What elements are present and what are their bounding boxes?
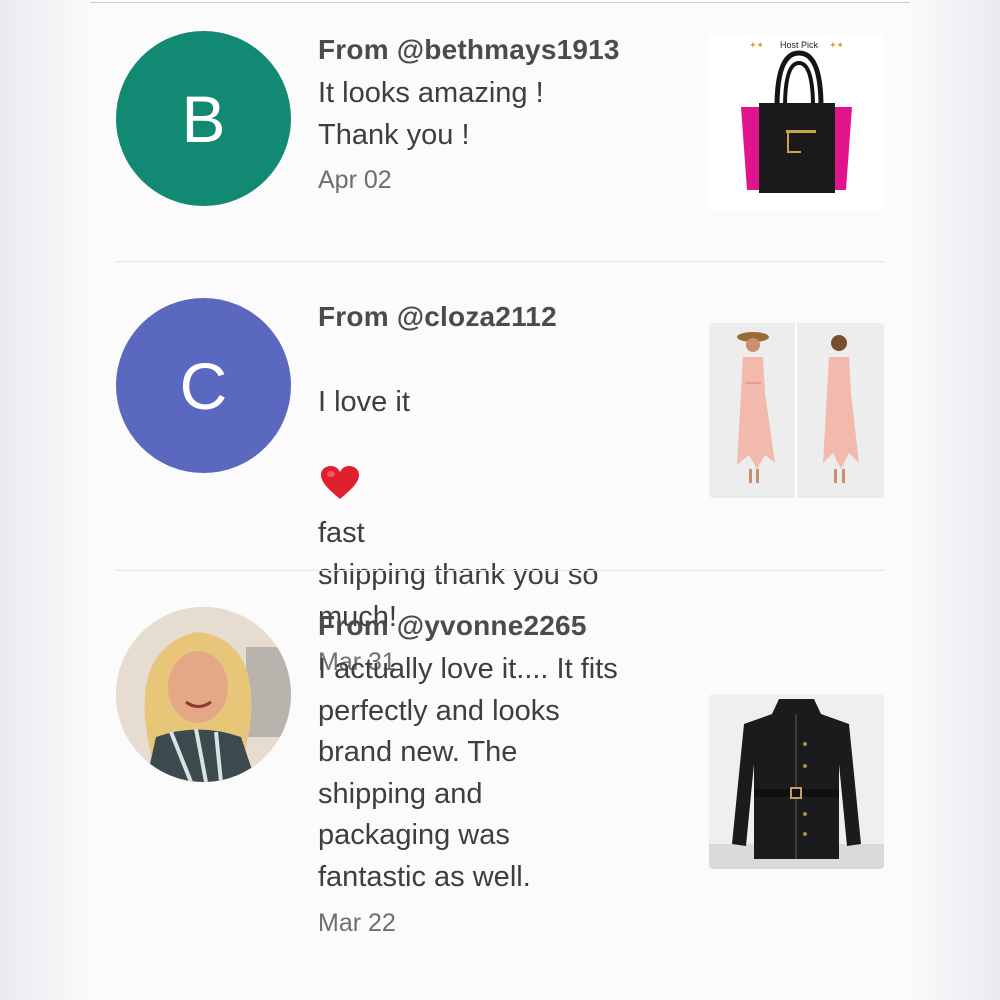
heart-emoji-icon: [320, 423, 360, 513]
divider: [116, 261, 884, 262]
review-date: Apr 02: [318, 166, 392, 195]
product-thumbnail[interactable]: Host Pick ✦✦ ✦✦: [709, 35, 884, 210]
reviewer-username[interactable]: From @bethmays1913: [318, 33, 698, 67]
tote-bag-image: Host Pick ✦✦ ✦✦: [709, 35, 884, 210]
product-thumbnail[interactable]: [709, 323, 884, 498]
host-pick-label: Host Pick: [780, 40, 819, 50]
review-message: I love it fast shipping thank you so muc…: [318, 340, 698, 638]
profile-photo: [116, 607, 291, 782]
review-text: From @yvonne2265 I actually love it.... …: [318, 609, 698, 938]
avatar[interactable]: [116, 607, 291, 782]
product-thumbnail[interactable]: [709, 694, 884, 869]
divider: [116, 570, 884, 571]
avatar[interactable]: C: [116, 298, 291, 473]
reviewer-username[interactable]: From @yvonne2265: [318, 609, 698, 643]
dress-image: [709, 323, 884, 498]
avatar-letter: B: [181, 81, 226, 156]
jacket-image: [709, 694, 884, 869]
svg-text:✦✦: ✦✦: [829, 41, 845, 51]
review-message: I actually love it.... It fits perfectly…: [318, 653, 618, 893]
reviewer-username[interactable]: From @cloza2112: [318, 300, 698, 334]
avatar-letter: C: [179, 348, 228, 423]
avatar[interactable]: B: [116, 31, 291, 206]
review-message: It looks amazing ! Thank you !: [318, 77, 544, 151]
reviews-panel: B From @bethmays1913 It looks amazing ! …: [90, 2, 910, 1000]
review-text: From @bethmays1913 It looks amazing ! Th…: [318, 33, 698, 195]
review-message-part: I love it: [318, 385, 410, 418]
svg-text:✦✦: ✦✦: [749, 41, 765, 51]
review-date: Mar 22: [318, 908, 396, 937]
